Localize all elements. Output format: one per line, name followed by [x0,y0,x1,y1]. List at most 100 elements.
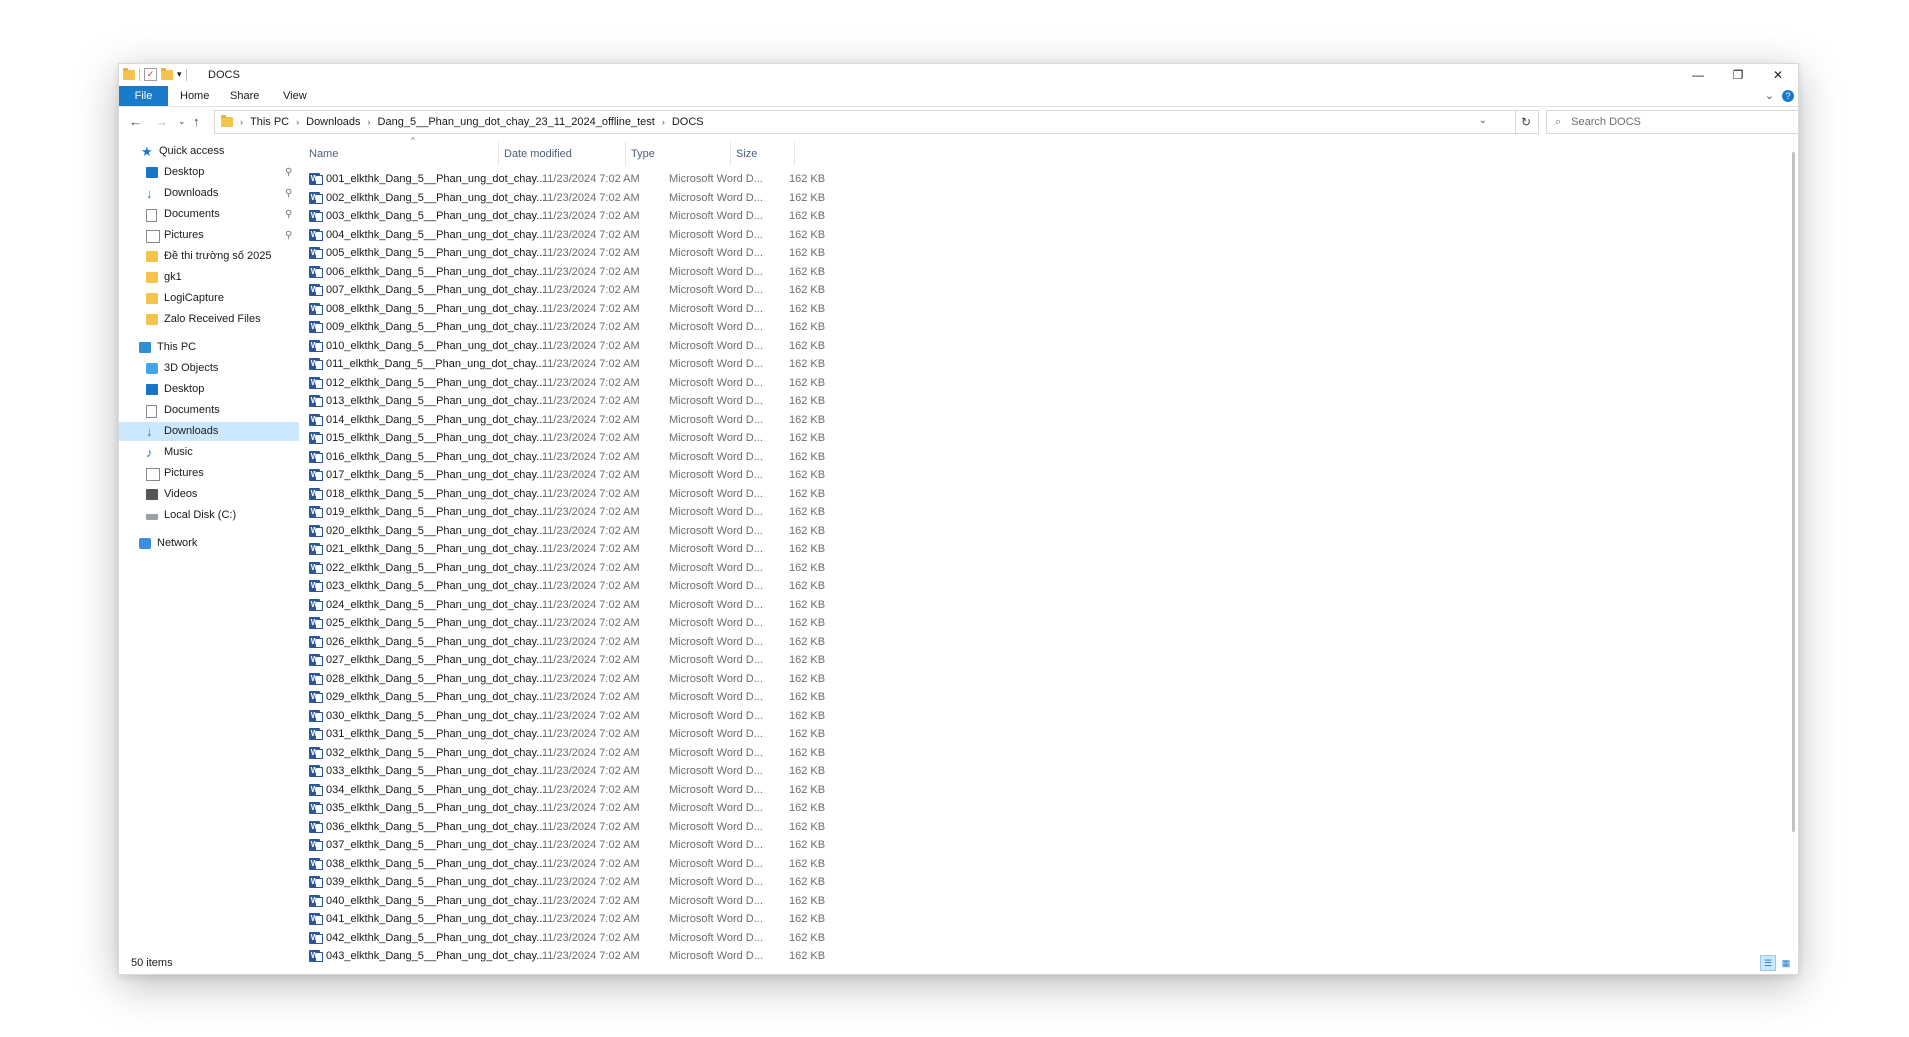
file-row[interactable]: W 021_elkthk_Dang_5__Phan_ung_dot_chay...… [309,540,825,558]
tab-file[interactable]: File [119,86,168,106]
large-icons-view-icon[interactable]: ▦ [1778,955,1794,971]
help-icon[interactable]: ? [1782,89,1794,102]
sidebar-item[interactable]: Documents ⚲ [119,205,299,224]
sidebar-item[interactable]: Network [119,534,299,553]
file-row[interactable]: W 022_elkthk_Dang_5__Phan_ung_dot_chay...… [309,559,825,577]
minimize-button[interactable]: — [1678,64,1718,86]
expand-ribbon-icon[interactable]: ⌄ [1765,89,1774,102]
sidebar-item[interactable]: This PC [119,338,299,357]
forward-arrow-icon[interactable]: → [155,114,168,129]
file-row[interactable]: W 034_elkthk_Dang_5__Phan_ung_dot_chay...… [309,781,825,799]
sidebar-item[interactable]: LogiCapture [119,289,299,308]
file-row[interactable]: W 019_elkthk_Dang_5__Phan_ung_dot_chay...… [309,503,825,521]
breadcrumb-parent-folder[interactable]: Dang_5__Phan_ung_dot_chay_23_11_2024_off… [374,116,659,128]
sidebar-item[interactable]: Desktop [119,380,299,399]
sidebar-item[interactable]: ★ Quick access [119,142,299,161]
file-row[interactable]: W 035_elkthk_Dang_5__Phan_ung_dot_chay...… [309,799,825,817]
file-row[interactable]: W 009_elkthk_Dang_5__Phan_ung_dot_chay...… [309,318,825,336]
customize-toolbar-icon[interactable]: ▾ [177,69,182,80]
file-row[interactable]: W 016_elkthk_Dang_5__Phan_ung_dot_chay...… [309,448,825,466]
file-row[interactable]: W 025_elkthk_Dang_5__Phan_ung_dot_chay...… [309,614,825,632]
file-row[interactable]: W 012_elkthk_Dang_5__Phan_ung_dot_chay...… [309,374,825,392]
file-row[interactable]: W 010_elkthk_Dang_5__Phan_ung_dot_chay...… [309,337,825,355]
properties-icon[interactable]: ✓ [144,68,157,81]
sidebar-item[interactable]: Pictures ⚲ [119,226,299,245]
file-row[interactable]: W 011_elkthk_Dang_5__Phan_ung_dot_chay...… [309,355,825,373]
file-row[interactable]: W 004_elkthk_Dang_5__Phan_ung_dot_chay...… [309,226,825,244]
tab-view[interactable]: View [271,86,319,106]
file-row[interactable]: W 015_elkthk_Dang_5__Phan_ung_dot_chay...… [309,429,825,447]
file-row[interactable]: W 041_elkthk_Dang_5__Phan_ung_dot_chay...… [309,910,825,928]
file-row[interactable]: W 002_elkthk_Dang_5__Phan_ung_dot_chay...… [309,189,825,207]
file-row[interactable]: W 027_elkthk_Dang_5__Phan_ung_dot_chay...… [309,651,825,669]
file-row[interactable]: W 003_elkthk_Dang_5__Phan_ung_dot_chay...… [309,207,825,225]
column-header-date-modified[interactable]: Date modified [504,142,572,166]
file-row[interactable]: W 017_elkthk_Dang_5__Phan_ung_dot_chay...… [309,466,825,484]
chevron-right-icon[interactable]: › [365,117,374,127]
sidebar-item[interactable]: Desktop ⚲ [119,163,299,182]
sidebar-item[interactable]: gk1 [119,268,299,287]
file-row[interactable]: W 026_elkthk_Dang_5__Phan_ung_dot_chay...… [309,633,825,651]
column-divider[interactable] [730,142,731,166]
file-row[interactable]: W 024_elkthk_Dang_5__Phan_ung_dot_chay...… [309,596,825,614]
search-input[interactable]: ⌕ Search DOCS [1546,110,1798,134]
sidebar-item[interactable]: Videos [119,485,299,504]
sidebar-item[interactable]: Local Disk (C:) [119,506,299,525]
file-row[interactable]: W 040_elkthk_Dang_5__Phan_ung_dot_chay...… [309,892,825,910]
chevron-right-icon[interactable]: › [293,117,302,127]
file-row[interactable]: W 018_elkthk_Dang_5__Phan_ung_dot_chay...… [309,485,825,503]
file-row[interactable]: W 036_elkthk_Dang_5__Phan_ung_dot_chay...… [309,818,825,836]
new-folder-icon[interactable] [161,67,173,80]
column-header-type[interactable]: Type [631,142,655,166]
file-row[interactable]: W 006_elkthk_Dang_5__Phan_ung_dot_chay...… [309,263,825,281]
column-divider[interactable] [498,142,499,166]
file-row[interactable]: W 001_elkthk_Dang_5__Phan_ung_dot_chay...… [309,170,825,188]
file-row[interactable]: W 037_elkthk_Dang_5__Phan_ung_dot_chay...… [309,836,825,854]
file-row[interactable]: W 005_elkthk_Dang_5__Phan_ung_dot_chay...… [309,244,825,262]
details-view-icon[interactable]: ☰ [1760,955,1776,971]
sidebar-item[interactable]: 3D Objects [119,359,299,378]
chevron-right-icon[interactable]: › [237,117,246,127]
vertical-scrollbar[interactable] [1790,142,1798,952]
refresh-button[interactable]: ↻ [1514,110,1539,134]
sidebar-item[interactable]: ↓ Downloads [119,422,299,441]
file-row[interactable]: W 007_elkthk_Dang_5__Phan_ung_dot_chay...… [309,281,825,299]
close-button[interactable]: ✕ [1758,64,1798,86]
file-row[interactable]: W 014_elkthk_Dang_5__Phan_ung_dot_chay...… [309,411,825,429]
chevron-down-icon[interactable]: ⌄ [1479,115,1487,126]
breadcrumb-downloads[interactable]: Downloads [302,116,364,128]
back-arrow-icon[interactable]: ← [129,114,142,129]
sidebar-item[interactable]: ♪ Music [119,443,299,462]
sidebar-item[interactable]: Pictures [119,464,299,483]
tab-share[interactable]: Share [218,86,271,106]
column-header-name[interactable]: Name [309,142,338,166]
file-row[interactable]: W 029_elkthk_Dang_5__Phan_ung_dot_chay...… [309,688,825,706]
file-row[interactable]: W 028_elkthk_Dang_5__Phan_ung_dot_chay...… [309,670,825,688]
breadcrumb-current-folder[interactable]: DOCS [668,116,708,128]
file-row[interactable]: W 031_elkthk_Dang_5__Phan_ung_dot_chay...… [309,725,825,743]
file-row[interactable]: W 020_elkthk_Dang_5__Phan_ung_dot_chay...… [309,522,825,540]
file-row[interactable]: W 030_elkthk_Dang_5__Phan_ung_dot_chay...… [309,707,825,725]
recent-locations-icon[interactable]: ⌄ [178,116,186,127]
sidebar-item[interactable]: Zalo Received Files [119,310,299,329]
address-bar[interactable]: › This PC › Downloads › Dang_5__Phan_ung… [214,110,1516,134]
file-row[interactable]: W 038_elkthk_Dang_5__Phan_ung_dot_chay...… [309,855,825,873]
breadcrumb-this-pc[interactable]: This PC [246,116,293,128]
column-header-size[interactable]: Size [736,142,757,166]
chevron-right-icon[interactable]: › [659,117,668,127]
sidebar-item[interactable]: ↓ Downloads ⚲ [119,184,299,203]
file-row[interactable]: W 008_elkthk_Dang_5__Phan_ung_dot_chay...… [309,300,825,318]
sidebar-item[interactable]: Đề thi trường số 2025 [119,247,299,266]
file-row[interactable]: W 039_elkthk_Dang_5__Phan_ung_dot_chay...… [309,873,825,891]
file-row[interactable]: W 023_elkthk_Dang_5__Phan_ung_dot_chay...… [309,577,825,595]
file-row[interactable]: W 042_elkthk_Dang_5__Phan_ung_dot_chay...… [309,929,825,947]
file-row[interactable]: W 033_elkthk_Dang_5__Phan_ung_dot_chay...… [309,762,825,780]
sidebar-item[interactable]: Documents [119,401,299,420]
file-row[interactable]: W 013_elkthk_Dang_5__Phan_ung_dot_chay...… [309,392,825,410]
scrollbar-thumb[interactable] [1792,152,1795,832]
restore-button[interactable]: ❐ [1718,64,1758,86]
column-divider[interactable] [794,142,795,166]
file-row[interactable]: W 032_elkthk_Dang_5__Phan_ung_dot_chay...… [309,744,825,762]
tab-home[interactable]: Home [168,86,221,106]
up-arrow-icon[interactable]: ↑ [193,114,200,129]
